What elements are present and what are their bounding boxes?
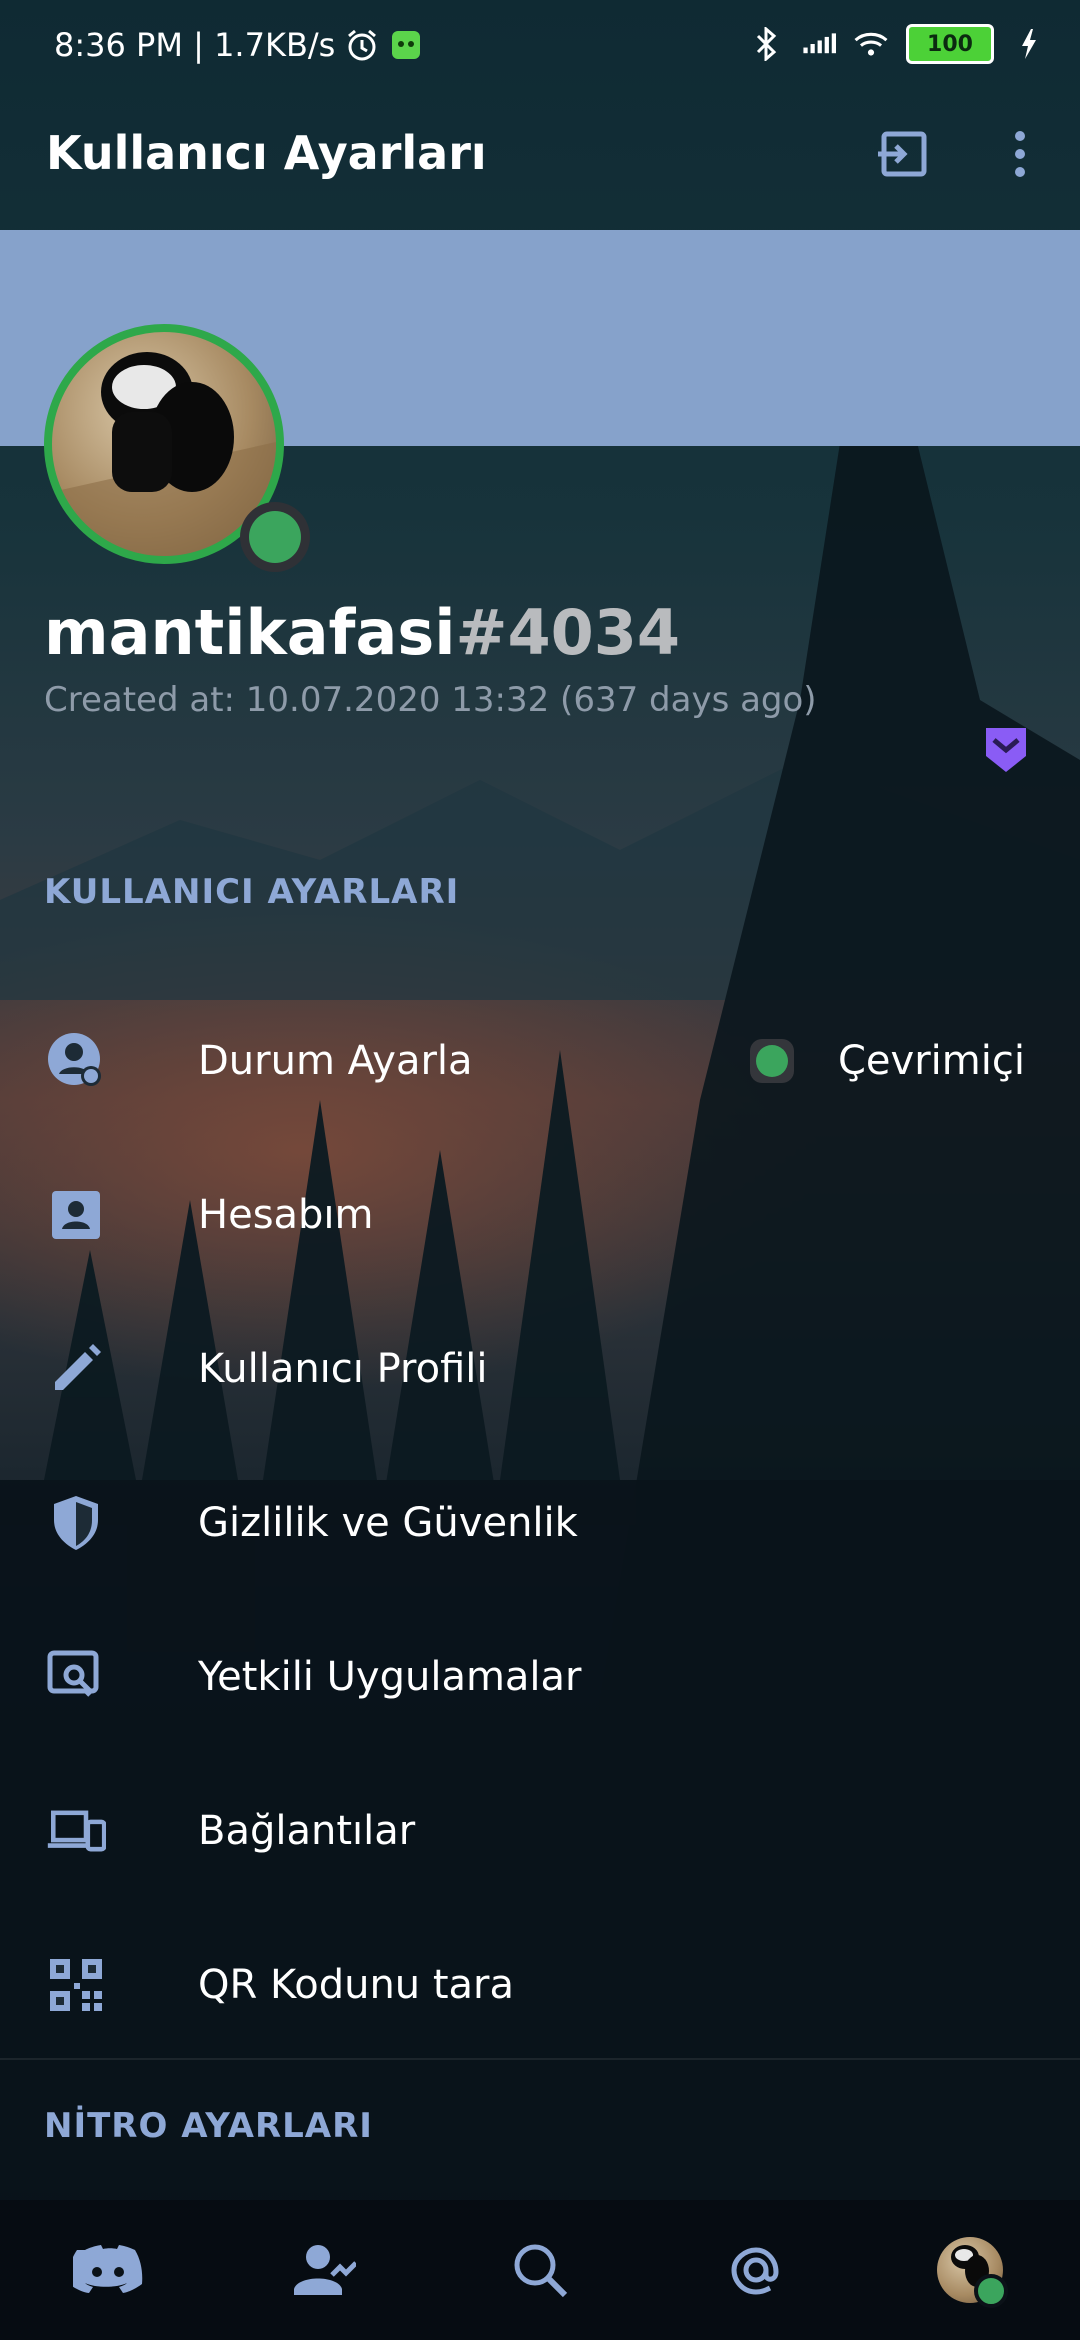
status-bar: 8:36 PM | 1.7KB/s 100	[0, 0, 1080, 96]
menu-item-label: Bağlantılar	[198, 1808, 416, 1854]
hypesquad-badge-icon[interactable]	[984, 726, 1028, 774]
status-left: 8:36 PM | 1.7KB/s	[54, 26, 423, 64]
online-status-dot	[750, 1039, 794, 1083]
username-name: mantikafasi	[44, 596, 456, 669]
profile-avatar[interactable]	[44, 324, 310, 572]
current-status-value: Çevrimiçi	[838, 1038, 1025, 1084]
section-title-user-settings: KULLANICI AYARLARI	[44, 872, 460, 912]
bottom-navigation	[0, 2200, 1080, 2340]
settings-menu: Durum Ayarla Çevrimiçi Hesabım Kullanıcı…	[0, 984, 1080, 2062]
pencil-icon	[46, 1339, 106, 1399]
section-divider	[0, 2058, 1080, 2060]
charging-icon	[1012, 27, 1046, 61]
alarm-icon	[345, 28, 379, 62]
authorized-apps-icon	[46, 1647, 106, 1707]
shield-icon	[46, 1493, 106, 1553]
menu-item-label: Yetkili Uygulamalar	[198, 1654, 582, 1700]
menu-item-label: Kullanıcı Profili	[198, 1346, 488, 1392]
account-created-date: Created at: 10.07.2020 13:32 (637 days a…	[44, 680, 817, 720]
menu-item-privacy-security[interactable]: Gizlilik ve Güvenlik	[0, 1446, 1080, 1600]
logout-button[interactable]	[872, 122, 936, 186]
menu-item-set-status[interactable]: Durum Ayarla Çevrimiçi	[0, 984, 1080, 1138]
more-vertical-icon	[1015, 131, 1025, 177]
signal-icon	[802, 27, 836, 61]
menu-item-label: QR Kodunu tara	[198, 1962, 515, 2008]
page-title: Kullanıcı Ayarları	[46, 126, 487, 180]
status-time-speed: 8:36 PM | 1.7KB/s	[54, 26, 336, 64]
wifi-icon	[854, 27, 888, 61]
username-discriminator: #4034	[455, 596, 681, 669]
user-status-icon	[46, 1031, 106, 1091]
menu-item-scan-qr[interactable]: QR Kodunu tara	[0, 1908, 1080, 2062]
nav-home-button[interactable]	[66, 2228, 150, 2312]
logout-icon	[878, 131, 927, 177]
online-status-indicator	[240, 502, 310, 572]
notification-app-icon	[389, 28, 423, 62]
menu-item-label: Gizlilik ve Güvenlik	[198, 1500, 578, 1546]
nav-profile-button[interactable]	[928, 2228, 1012, 2312]
status-right: 100	[750, 24, 1046, 64]
battery-indicator: 100	[906, 24, 994, 64]
account-icon	[46, 1185, 106, 1245]
search-icon	[514, 2244, 568, 2298]
devices-icon	[46, 1801, 106, 1861]
qr-code-icon	[46, 1955, 106, 2015]
friends-icon	[294, 2245, 356, 2295]
menu-item-authorized-apps[interactable]: Yetkili Uygulamalar	[0, 1600, 1080, 1754]
menu-item-my-account[interactable]: Hesabım	[0, 1138, 1080, 1292]
menu-item-label: Durum Ayarla	[198, 1038, 473, 1084]
mentions-icon	[731, 2247, 779, 2295]
nav-mentions-button[interactable]	[714, 2228, 798, 2312]
username: mantikafasi#4034	[44, 596, 680, 669]
bluetooth-icon	[750, 27, 784, 61]
menu-item-user-profile[interactable]: Kullanıcı Profili	[0, 1292, 1080, 1446]
app-bar: Kullanıcı Ayarları	[0, 96, 1080, 230]
menu-item-connections[interactable]: Bağlantılar	[0, 1754, 1080, 1908]
menu-item-label: Hesabım	[198, 1192, 374, 1238]
nav-search-button[interactable]	[498, 2228, 582, 2312]
discord-home-icon	[73, 2245, 143, 2293]
nav-friends-button[interactable]	[282, 2228, 366, 2312]
more-options-button[interactable]	[1000, 122, 1040, 186]
online-status-indicator-small	[974, 2274, 1008, 2308]
section-title-nitro-settings: NİTRO AYARLARI	[44, 2106, 373, 2146]
